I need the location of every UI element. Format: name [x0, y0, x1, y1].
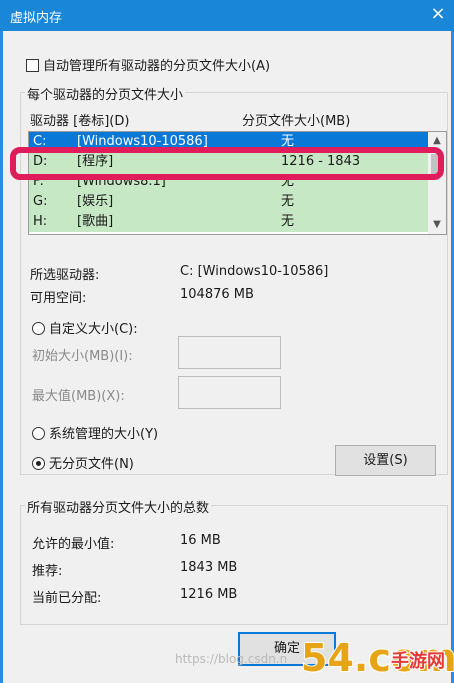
radio-circle[interactable] [32, 427, 45, 440]
custom-size-radio[interactable]: 自定义大小(C): [32, 318, 138, 337]
max-size-input[interactable] [178, 376, 281, 409]
window-title: 虚拟内存 [10, 11, 63, 26]
logo-brand-text: 手游网 [391, 650, 445, 672]
checkbox-box[interactable] [26, 59, 39, 72]
selected-drive-label: 所选驱动器: [30, 268, 100, 283]
column-header-size: 分页文件大小(MB) [242, 114, 351, 129]
drive-volume: [娱乐] [77, 194, 114, 209]
custom-size-label: 自定义大小(C): [49, 322, 138, 337]
drive-size: 无 [281, 214, 295, 229]
min-allowed-label: 允许的最小值: [32, 537, 115, 552]
drive-row-g[interactable]: G: [娱乐] 无 [29, 192, 429, 212]
site-logo: 54.com 手游网 [300, 635, 454, 681]
set-button[interactable]: 设置(S) [335, 445, 436, 476]
auto-manage-label: 自动管理所有驱动器的分页文件大小(A) [43, 59, 271, 74]
current-allocated-value: 1216 MB [180, 587, 238, 602]
drive-volume: [歌曲] [77, 214, 114, 229]
selected-drive-value: C: [Windows10-10586] [180, 264, 329, 279]
window-border-left [0, 31, 3, 683]
min-allowed-value: 16 MB [180, 533, 221, 548]
watermark-text: https://blog.csdn.n [175, 652, 288, 666]
auto-manage-checkbox[interactable]: 自动管理所有驱动器的分页文件大小(A) [26, 55, 270, 74]
column-header-drive: 驱动器 [卷标](D) [30, 114, 130, 129]
initial-size-label: 初始大小(MB)(I): [32, 349, 133, 364]
free-space-label: 可用空间: [30, 291, 87, 306]
recommended-value: 1843 MB [180, 560, 238, 575]
system-managed-label: 系统管理的大小(Y) [49, 427, 159, 442]
no-paging-label: 无分页文件(N) [49, 457, 134, 472]
drive-letter: H: [33, 214, 48, 229]
max-size-label: 最大值(MB)(X): [32, 389, 125, 404]
totals-group-title: 所有驱动器分页文件大小的总数 [25, 497, 212, 516]
drives-group-title: 每个驱动器的分页文件大小 [25, 84, 186, 103]
current-allocated-label: 当前已分配: [32, 591, 102, 606]
recommended-label: 推荐: [32, 564, 63, 579]
drive-row-h[interactable]: H: [歌曲] 无 [29, 212, 429, 232]
drive-letter: G: [33, 194, 48, 209]
close-icon[interactable]: × [426, 2, 450, 26]
system-managed-radio[interactable]: 系统管理的大小(Y) [32, 423, 158, 442]
no-paging-radio[interactable]: 无分页文件(N) [32, 453, 134, 472]
free-space-value: 104876 MB [180, 287, 254, 302]
initial-size-input[interactable] [178, 336, 281, 369]
scroll-down-icon[interactable]: ▼ [428, 216, 446, 234]
drive-size: 无 [281, 194, 295, 209]
radio-circle[interactable] [32, 457, 45, 470]
radio-circle[interactable] [32, 322, 45, 335]
red-highlight-annotation [10, 147, 444, 180]
title-bar: 虚拟内存 × [0, 0, 454, 31]
